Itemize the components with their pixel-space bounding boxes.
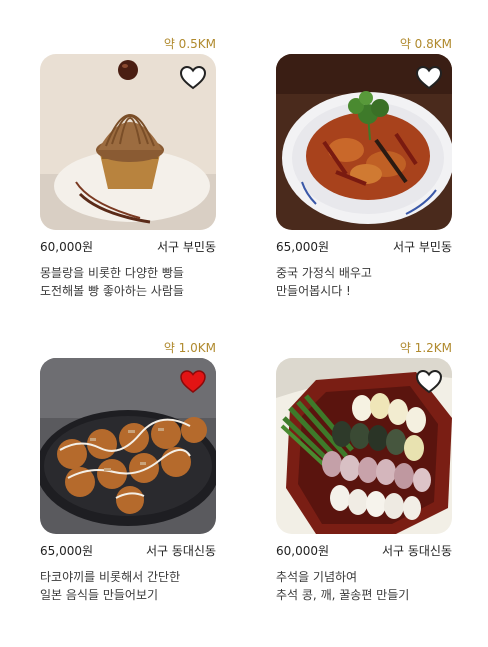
card-description: 추석을 기념하여 추석 콩, 깨, 꿀송편 만들기 [276,568,452,604]
description-line: 추석을 기념하여 [276,570,358,584]
price-label: 60,000원 [40,240,94,254]
mont-blanc-photo[interactable] [40,54,216,230]
card-meta: 60,000원 서구 동대신동 [276,542,452,560]
description-line: 만들어봅시다 ! [276,284,351,298]
card-description: 몽블랑을 비롯한 다양한 빵들 도전해볼 빵 좋아하는 사람들 [40,264,216,300]
favorite-heart-icon-liked[interactable] [180,370,206,394]
price-label: 60,000원 [276,544,330,558]
songpyeon-photo[interactable] [276,358,452,534]
description-line: 타코야끼를 비롯해서 간단한 [40,570,181,584]
description-line: 중국 가정식 배우고 [276,266,372,280]
takoyaki-photo[interactable] [40,358,216,534]
price-label: 65,000원 [40,544,94,558]
location-label: 서구 동대신동 [145,544,216,558]
card-description: 중국 가정식 배우고 만들어봅시다 ! [276,264,452,300]
favorite-heart-icon[interactable] [416,66,442,90]
price-label: 65,000원 [276,240,330,254]
card-meta: 65,000원 서구 부민동 [276,238,452,256]
location-label: 서구 부민동 [156,240,216,254]
distance-label: 약 0.8KM [399,37,452,51]
description-line: 몽블랑을 비롯한 다양한 빵들 [40,266,184,280]
distance-label: 약 1.0KM [163,341,216,355]
description-line: 추석 콩, 깨, 꿀송편 만들기 [276,588,410,602]
description-line: 도전해볼 빵 좋아하는 사람들 [40,284,184,298]
favorite-heart-icon[interactable] [416,370,442,394]
card-meta: 65,000원 서구 동대신동 [40,542,216,560]
card-meta: 60,000원 서구 부민동 [40,238,216,256]
distance-label: 약 1.2KM [399,341,452,355]
location-label: 서구 부민동 [392,240,452,254]
description-line: 일본 음식들 만들어보기 [40,588,159,602]
favorite-heart-icon[interactable] [180,66,206,90]
distance-label: 약 0.5KM [163,37,216,51]
card-description: 타코야끼를 비롯해서 간단한 일본 음식들 만들어보기 [40,568,216,604]
chinese-food-photo[interactable] [276,54,452,230]
location-label: 서구 동대신동 [381,544,452,558]
